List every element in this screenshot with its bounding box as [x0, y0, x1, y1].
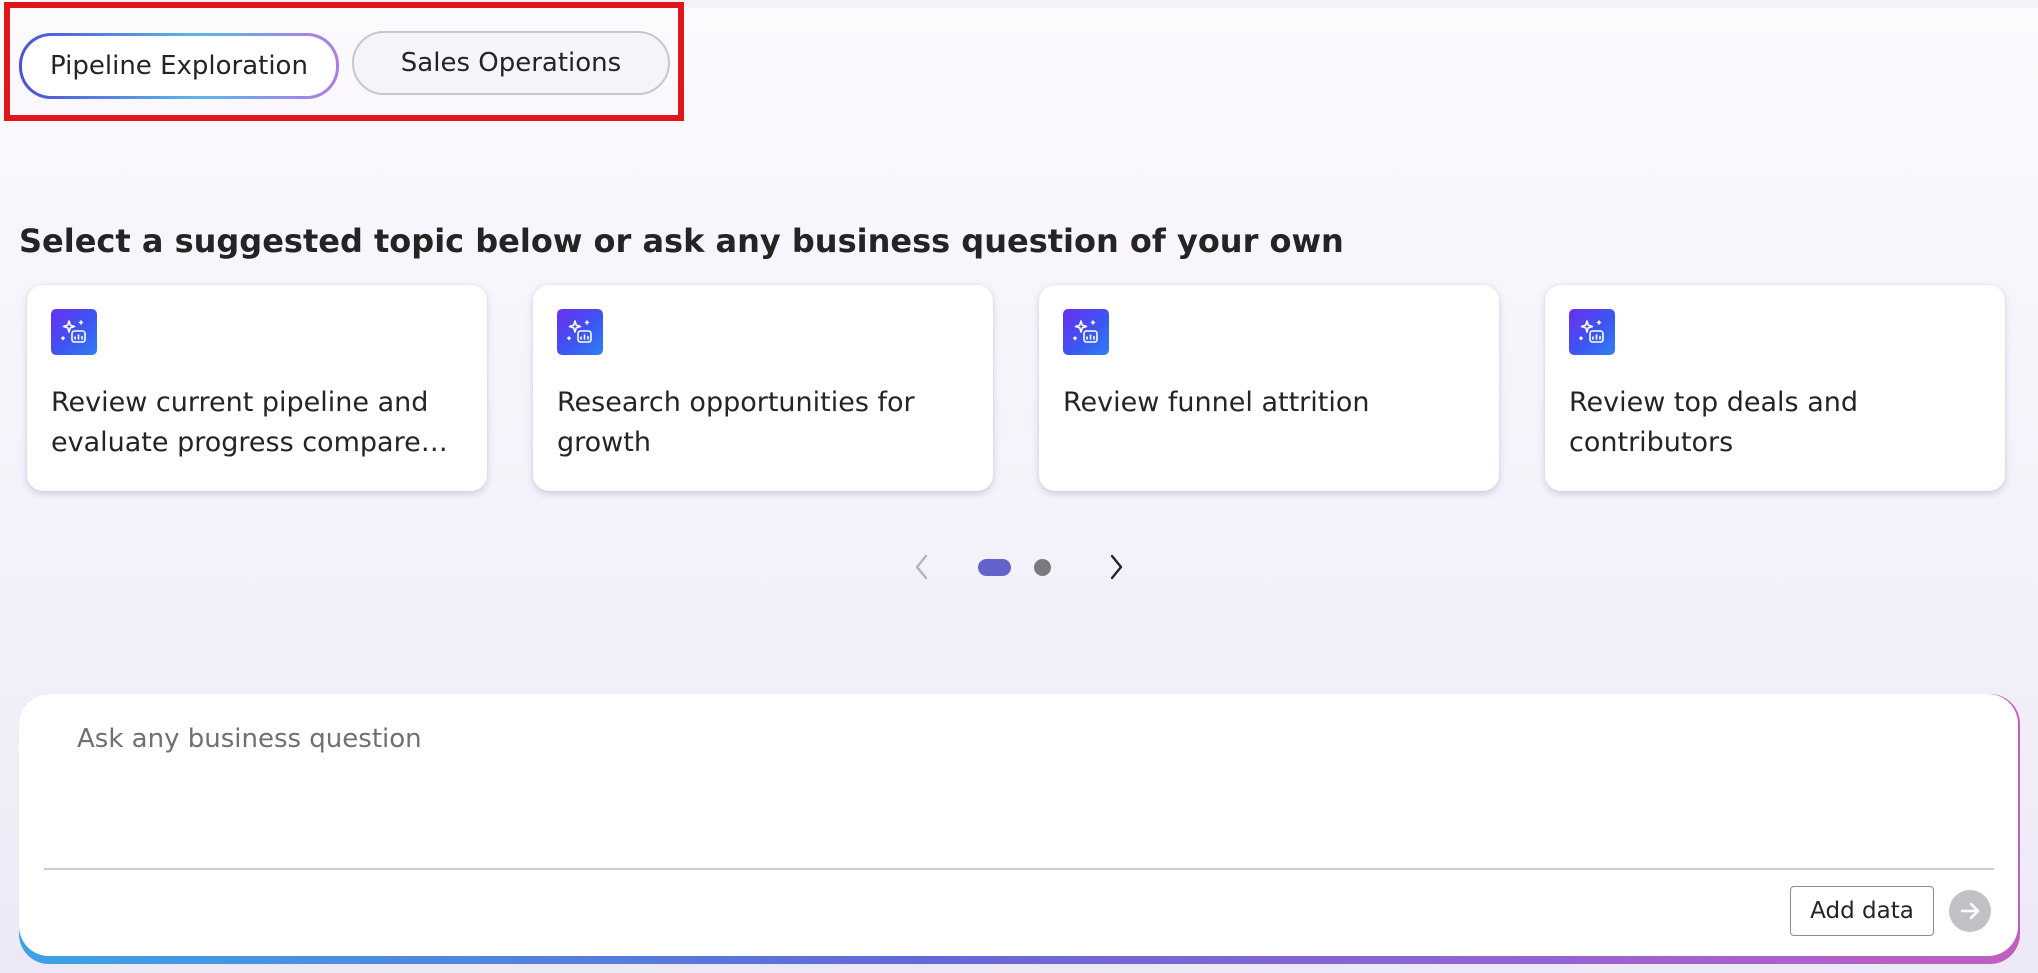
- topic-card-text: Review current pipeline and evaluate pro…: [51, 387, 438, 458]
- topic-card-top-deals[interactable]: Review top deals and contributors: [1545, 285, 2005, 491]
- topic-card-text: Research opportunities for growth: [557, 387, 915, 458]
- topic-card-text: Review top deals and contributors: [1569, 387, 1858, 458]
- question-input[interactable]: [59, 724, 1959, 824]
- pager-next-button[interactable]: [1101, 552, 1131, 582]
- composer: Add data: [19, 694, 2018, 956]
- highlight-box: [4, 2, 684, 121]
- topic-card-growth[interactable]: Research opportunities for growth: [533, 285, 993, 491]
- sparkle-chart-icon: [51, 309, 97, 355]
- arrow-right-icon: [1960, 902, 1980, 920]
- chevron-right-icon: [1110, 554, 1123, 580]
- composer-divider: [44, 868, 1994, 870]
- topic-card-funnel-attrition[interactable]: Review funnel attrition: [1039, 285, 1499, 491]
- pager-dot-2[interactable]: [1034, 559, 1051, 576]
- sparkle-chart-icon: [557, 309, 603, 355]
- sparkle-chart-icon: [1569, 309, 1615, 355]
- add-data-button[interactable]: Add data: [1790, 886, 1934, 936]
- pager-prev-button[interactable]: [907, 552, 937, 582]
- chevron-left-icon: [915, 554, 928, 580]
- topic-card-text: Review funnel attrition: [1063, 387, 1370, 418]
- section-heading: Select a suggested topic below or ask an…: [19, 222, 1344, 260]
- pager-dot-1[interactable]: [978, 559, 1011, 576]
- sparkle-chart-icon: [1063, 309, 1109, 355]
- topic-card-pipeline-review[interactable]: Review current pipeline and evaluate pro…: [27, 285, 487, 491]
- send-button[interactable]: [1949, 890, 1991, 932]
